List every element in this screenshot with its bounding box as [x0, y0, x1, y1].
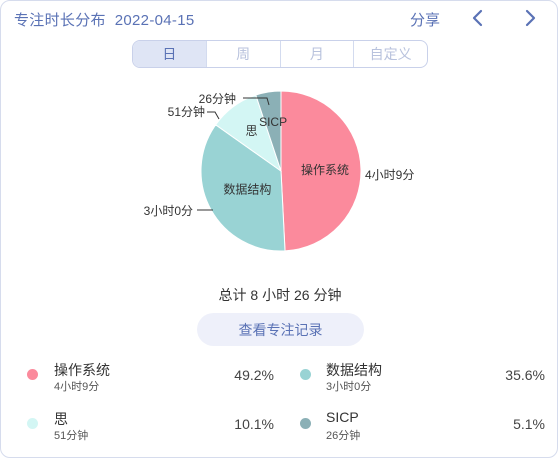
- legend-dot: [27, 418, 38, 429]
- pie-slice-label: 操作系统: [301, 162, 349, 177]
- legend-duration: 26分钟: [326, 430, 361, 442]
- leader-line: [207, 111, 220, 120]
- chevron-right-icon: [525, 9, 536, 27]
- tab-week[interactable]: 周: [207, 41, 281, 67]
- prev-button[interactable]: [467, 7, 489, 29]
- pie-slice-label: 思: [245, 124, 257, 138]
- legend-percent: 49.2%: [234, 367, 274, 383]
- legend-name: SICP: [326, 409, 359, 425]
- focus-distribution-card: 专注时长分布 2022-04-15 分享 日 周 月 自定义 操作系统 数据结构思…: [0, 0, 558, 458]
- legend-percent: 5.1%: [513, 416, 545, 432]
- period-segmented-control: 日 周 月 自定义: [132, 40, 428, 68]
- legend-duration: 51分钟: [54, 430, 89, 442]
- legend-duration: 4小时9分: [54, 381, 100, 393]
- pie-chart: 操作系统数据结构 思SICP 4小时9分 3小时0分 51分钟26分钟: [144, 90, 414, 252]
- tab-custom[interactable]: 自定义: [354, 41, 427, 67]
- legend-name: 数据结构: [326, 362, 382, 378]
- legend-dot: [300, 418, 311, 429]
- total-duration: 总计 8 小时 26 分钟: [218, 287, 342, 303]
- page-title: 专注时长分布 2022-04-15: [14, 9, 194, 30]
- view-focus-records-button[interactable]: 查看专注记录: [197, 313, 364, 346]
- share-button[interactable]: 分享: [410, 9, 440, 30]
- pie-slice-label: 数据结构: [223, 181, 271, 196]
- legend-percent: 10.1%: [234, 416, 274, 432]
- legend-dot: [300, 369, 311, 380]
- legend-name: 操作系统: [54, 362, 110, 378]
- legend-dot: [27, 369, 38, 380]
- legend-percent: 35.6%: [505, 367, 545, 383]
- legend-duration: 3小时0分: [326, 381, 372, 393]
- date-text: 2022-04-15: [114, 12, 195, 29]
- pie-slice-label: SICP: [259, 115, 287, 129]
- tab-day[interactable]: 日: [133, 41, 207, 67]
- legend-name: 思: [54, 411, 68, 427]
- pie-duration-label: 51分钟: [168, 104, 205, 119]
- chevron-left-icon: [472, 9, 483, 27]
- title-text: 专注时长分布: [14, 12, 106, 29]
- tab-month[interactable]: 月: [281, 41, 355, 67]
- pie-duration-label: 3小时0分: [144, 204, 193, 218]
- pie-duration-label: 26分钟: [199, 91, 236, 106]
- next-button[interactable]: [519, 7, 541, 29]
- pie-duration-label: 4小时9分: [365, 168, 414, 182]
